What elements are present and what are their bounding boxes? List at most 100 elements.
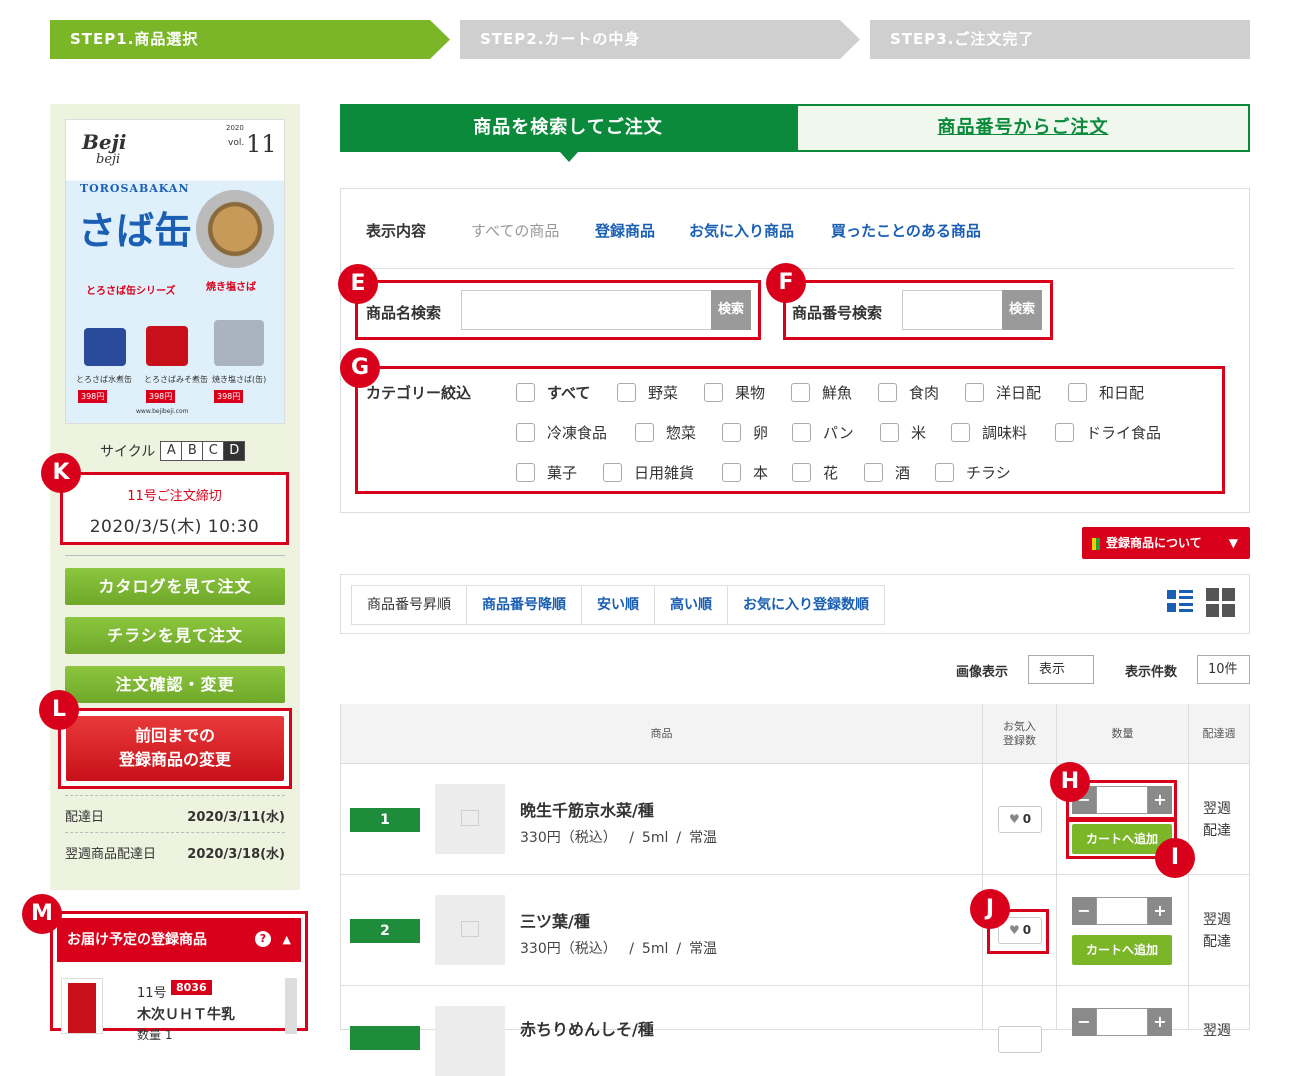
category-all[interactable]: すべて <box>516 382 590 403</box>
display-count-select[interactable]: 10件 <box>1197 655 1250 684</box>
minus-button[interactable]: − <box>1072 1008 1096 1036</box>
product-name[interactable]: 赤ちりめんしそ/種 <box>520 1016 654 1040</box>
list-view-icon[interactable] <box>1164 584 1196 618</box>
annotation-badge-h: H <box>1050 762 1090 802</box>
th-favorites-line2: 登録数 <box>1003 734 1036 747</box>
checkbox[interactable] <box>704 383 723 402</box>
product-thumbnail[interactable] <box>435 784 505 854</box>
category-flower[interactable]: 花 <box>792 462 838 483</box>
product-name[interactable]: 三ツ葉/種 <box>520 908 590 932</box>
category-label-text: 果物 <box>735 384 766 402</box>
checkbox[interactable] <box>722 463 741 482</box>
delivery-date-row: 配達日 2020/3/11(水) <box>65 795 285 825</box>
product-thumbnail[interactable] <box>435 1006 505 1076</box>
name-search-button[interactable]: 検索 <box>711 290 751 330</box>
plus-button[interactable]: + <box>1148 897 1172 925</box>
checkbox[interactable] <box>880 423 899 442</box>
product-thumbnail[interactable] <box>435 895 505 965</box>
favorite-button[interactable] <box>998 1026 1042 1053</box>
checkbox[interactable] <box>722 423 741 442</box>
th-favorites: お気入 登録数 <box>983 704 1056 764</box>
category-bread[interactable]: パン <box>792 422 854 443</box>
checkbox[interactable] <box>878 383 897 402</box>
upcoming-registered-items-header[interactable]: お届け予定の登録商品 ? ▲ <box>57 918 301 962</box>
catalog-cover-image[interactable]: Beji beji vol. 11 2020 TOROSABAKAN さば缶 と… <box>65 119 285 424</box>
quantity-input[interactable] <box>1096 1008 1148 1036</box>
category-seasoning[interactable]: 調味料 <box>951 422 1027 443</box>
category-meat[interactable]: 食肉 <box>878 382 939 403</box>
help-icon[interactable]: ? <box>255 931 271 947</box>
checkbox[interactable] <box>617 383 636 402</box>
sort-favorites[interactable]: お気に入り登録数順 <box>727 586 884 624</box>
sort-cheap[interactable]: 安い順 <box>581 586 654 624</box>
plus-button[interactable]: + <box>1148 1008 1172 1036</box>
display-purchased-link[interactable]: 買ったことのある商品 <box>831 220 981 241</box>
category-rice[interactable]: 米 <box>880 422 926 443</box>
reg-scrollbar[interactable] <box>285 978 297 1034</box>
checkbox[interactable] <box>792 463 811 482</box>
delivery-week-line2: 配達 <box>1203 934 1231 950</box>
checkbox[interactable] <box>1068 383 1087 402</box>
checkbox[interactable] <box>603 463 622 482</box>
display-all-link[interactable]: すべての商品 <box>471 220 559 241</box>
cycle-c: C <box>202 441 225 461</box>
change-button-line2: 登録商品の変更 <box>118 750 231 769</box>
plus-button[interactable]: + <box>1148 786 1172 814</box>
category-daily-goods[interactable]: 日用雑貨 <box>603 462 694 483</box>
name-search-input[interactable] <box>461 290 751 330</box>
quantity-input[interactable] <box>1096 786 1148 814</box>
order-from-flyer-button[interactable]: チラシを見て注文 <box>65 617 285 654</box>
image-display-select[interactable]: 表示 <box>1028 655 1094 684</box>
checkbox[interactable] <box>951 423 970 442</box>
dropdown-triangle-icon: ▼ <box>1228 536 1238 550</box>
sep: / <box>676 941 682 957</box>
category-dry-food[interactable]: ドライ食品 <box>1055 422 1161 443</box>
product-name[interactable]: 晩生千筋京水菜/種 <box>520 797 654 821</box>
display-registered-link[interactable]: 登録商品 <box>595 220 655 241</box>
beginner-mark-icon <box>1092 537 1100 550</box>
registered-items-change-button[interactable]: 前回までの 登録商品の変更 <box>66 716 284 781</box>
catalog-headline: TOROSABAKAN <box>80 182 190 195</box>
category-vegetable[interactable]: 野菜 <box>617 382 678 403</box>
category-flyer[interactable]: チラシ <box>935 462 1011 483</box>
category-western-daily[interactable]: 洋日配 <box>965 382 1041 403</box>
sort-expensive[interactable]: 高い順 <box>654 586 727 624</box>
collapse-triangle-icon[interactable]: ▲ <box>283 918 291 962</box>
quantity-input[interactable] <box>1096 897 1148 925</box>
about-registered-items-button[interactable]: 登録商品について ▼ <box>1082 527 1250 559</box>
checkbox[interactable] <box>516 383 535 402</box>
checkbox[interactable] <box>965 383 984 402</box>
display-favorites-link[interactable]: お気に入り商品 <box>689 220 794 241</box>
category-fruit[interactable]: 果物 <box>704 382 765 403</box>
add-to-cart-button[interactable]: カートへ追加 <box>1072 935 1172 965</box>
grid-view-icon[interactable] <box>1204 584 1236 618</box>
cycle-selector: サイクル A B C D <box>100 441 246 461</box>
catalog-price-1: 398円 <box>78 390 108 403</box>
category-book[interactable]: 本 <box>722 462 768 483</box>
category-frozen[interactable]: 冷凍食品 <box>516 422 607 443</box>
checkbox[interactable] <box>635 423 654 442</box>
checkbox[interactable] <box>864 463 883 482</box>
order-confirm-button[interactable]: 注文確認・変更 <box>65 666 285 703</box>
checkbox[interactable] <box>791 383 810 402</box>
category-snack[interactable]: 菓子 <box>516 462 577 483</box>
checkbox[interactable] <box>516 463 535 482</box>
tab-number-order[interactable]: 商品番号からご注文 <box>796 104 1250 152</box>
checkbox[interactable] <box>792 423 811 442</box>
category-alcohol[interactable]: 酒 <box>864 462 910 483</box>
category-fish[interactable]: 鮮魚 <box>791 382 852 403</box>
sort-number-asc[interactable]: 商品番号昇順 <box>352 586 466 624</box>
tab-search-order[interactable]: 商品を検索してご注文 <box>340 104 796 162</box>
minus-button[interactable]: − <box>1072 897 1096 925</box>
annotation-badge-f: F <box>766 263 806 303</box>
number-search-button[interactable]: 検索 <box>1002 290 1042 330</box>
order-from-catalog-button[interactable]: カタログを見て注文 <box>65 568 285 605</box>
category-egg[interactable]: 卵 <box>722 422 768 443</box>
category-deli[interactable]: 惣菜 <box>635 422 696 443</box>
category-japanese-daily[interactable]: 和日配 <box>1068 382 1144 403</box>
favorite-button[interactable]: ♥ 0 <box>998 806 1042 833</box>
checkbox[interactable] <box>516 423 535 442</box>
sort-number-desc[interactable]: 商品番号降順 <box>466 586 581 624</box>
checkbox[interactable] <box>1055 423 1074 442</box>
checkbox[interactable] <box>935 463 954 482</box>
